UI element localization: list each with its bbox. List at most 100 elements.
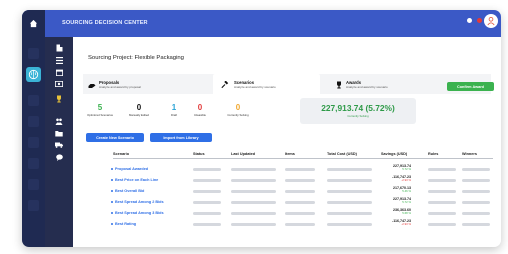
savings-cell: 217,670.13 5.46 % xyxy=(393,186,411,193)
truck-icon[interactable] xyxy=(55,141,63,149)
app-title: SOURCING DECISION CENTER xyxy=(62,20,148,26)
rail-item-4[interactable] xyxy=(28,116,39,127)
col-total-cost: Total Cost (USD) xyxy=(327,152,357,156)
placeholder-bar xyxy=(462,223,490,226)
placeholder-bar xyxy=(193,223,221,226)
top-bar: SOURCING DECISION CENTER xyxy=(22,10,501,37)
tab-proposals[interactable]: Proposals Analyze and award by proposal xyxy=(83,74,183,94)
trophy-icon xyxy=(337,81,341,89)
scenario-name[interactable]: Best Overall Bid xyxy=(115,189,144,193)
placeholder-bar xyxy=(193,212,221,215)
folder-icon[interactable] xyxy=(55,129,63,137)
savings-cell: 236,363.60 5.68 % xyxy=(393,208,411,215)
people-icon[interactable] xyxy=(55,117,63,125)
scenario-name[interactable]: Best Rating xyxy=(115,222,136,226)
rail-item-3[interactable] xyxy=(28,95,39,106)
notification-dot-red[interactable] xyxy=(477,18,482,23)
savings-cell: 227,913.74 5.72 % xyxy=(393,197,411,204)
placeholder-bar xyxy=(193,201,221,204)
list-icon[interactable] xyxy=(55,56,63,64)
main-content: Sourcing Project: Flexible Packaging Pro… xyxy=(73,37,501,247)
create-new-scenario-button[interactable]: Create New Scenario xyxy=(86,133,144,142)
row-bullet xyxy=(111,212,113,214)
app-window: SOURCING DECISION CENTER Sourcing Projec… xyxy=(22,10,501,247)
hand-icon xyxy=(88,84,96,88)
table-row[interactable]: Best Spread Among 2 Bids 227,913.74 5.72 … xyxy=(111,197,493,208)
table-row[interactable]: Best Price on Each Line -116,747.23 -2.93… xyxy=(111,175,493,186)
placeholder-bar xyxy=(193,190,221,193)
col-items: Items xyxy=(285,152,295,156)
placeholder-bar xyxy=(285,212,315,215)
savings-cell: -116,747.23 -2.93 % xyxy=(392,219,411,226)
col-savings: Savings (USD) xyxy=(381,152,408,156)
scenario-name[interactable]: Best Price on Each Line xyxy=(115,178,158,182)
placeholder-bar xyxy=(285,201,315,204)
confirm-award-button[interactable]: Confirm Award xyxy=(447,82,494,91)
app-rail xyxy=(22,37,45,247)
table-row[interactable]: Best Spread Among 3 Bids 236,363.60 5.68 … xyxy=(111,208,493,219)
user-avatar[interactable] xyxy=(484,14,498,28)
placeholder-bar xyxy=(327,190,372,193)
stat-optimized: 5 Optimized Scenarios xyxy=(87,103,113,117)
import-from-library-button[interactable]: Import from Library xyxy=(150,133,212,142)
placeholder-bar xyxy=(285,190,315,193)
scenario-name[interactable]: Best Spread Among 2 Bids xyxy=(115,200,164,204)
placeholder-bar xyxy=(462,190,490,193)
row-bullet xyxy=(111,179,113,181)
savings-highlight-label: Currently Solving xyxy=(347,114,369,118)
calendar-icon[interactable] xyxy=(55,68,63,76)
tab-scenarios[interactable]: Scenarios Analyze and award by scenario xyxy=(213,74,320,94)
placeholder-bar xyxy=(231,223,276,226)
placeholder-bar xyxy=(462,168,490,171)
col-winners: Winners xyxy=(462,152,477,156)
placeholder-bar xyxy=(428,201,456,204)
home-icon xyxy=(29,19,38,28)
stat-currently-solving: 0 Currently Solving xyxy=(227,103,249,117)
chat-icon[interactable] xyxy=(55,153,63,161)
placeholder-bar xyxy=(428,168,456,171)
placeholder-bar xyxy=(327,223,372,226)
row-bullet xyxy=(111,190,113,192)
tab-scenarios-sub: Analyze and award by scenario xyxy=(234,85,276,89)
money-icon[interactable] xyxy=(55,80,63,88)
placeholder-bar xyxy=(428,212,456,215)
trophy-nav-icon[interactable] xyxy=(55,95,63,103)
placeholder-bar xyxy=(428,190,456,193)
placeholder-bar xyxy=(462,201,490,204)
table-row[interactable]: Best Rating -116,747.23 -2.93 % xyxy=(111,219,493,230)
status-dot-white[interactable] xyxy=(467,18,472,23)
page-title: Sourcing Project: Flexible Packaging xyxy=(88,55,184,61)
tab-proposals-sub: Analyze and award by proposal xyxy=(99,85,141,89)
scenario-name[interactable]: Proposal Awarded xyxy=(115,167,148,171)
placeholder-bar xyxy=(231,168,276,171)
placeholder-bar xyxy=(231,212,276,215)
rail-item-6[interactable] xyxy=(28,158,39,169)
rail-item-1[interactable] xyxy=(28,48,39,59)
scenario-name[interactable]: Best Spread Among 3 Bids xyxy=(115,211,164,215)
tab-awards[interactable]: Awards Analyze and award by scenario xyxy=(330,74,430,94)
tab-awards-sub: Analyze and award by scenario xyxy=(346,85,388,89)
rail-item-5[interactable] xyxy=(28,137,39,148)
icon-sidebar xyxy=(45,37,73,247)
placeholder-bar xyxy=(327,201,372,204)
row-bullet xyxy=(111,223,113,225)
brain-icon xyxy=(28,69,39,80)
home-button[interactable] xyxy=(22,10,45,37)
placeholder-bar xyxy=(193,168,221,171)
placeholder-bar xyxy=(428,223,456,226)
table-row[interactable]: Best Overall Bid 217,670.13 5.46 % xyxy=(111,186,493,197)
placeholder-bar xyxy=(428,179,456,182)
user-icon xyxy=(487,16,495,26)
rail-item-brain[interactable] xyxy=(26,67,41,82)
rail-item-7[interactable] xyxy=(28,179,39,190)
placeholder-bar xyxy=(231,179,276,182)
placeholder-bar xyxy=(327,168,372,171)
table-header: Scenario Status Last Updated Items Total… xyxy=(113,152,493,159)
rail-item-8[interactable] xyxy=(28,200,39,211)
placeholder-bar xyxy=(285,179,315,182)
table-row[interactable]: Proposal Awarded 227,913.74 5.72 % xyxy=(111,164,493,175)
savings-cell: 227,913.74 5.72 % xyxy=(393,164,411,171)
stat-infeasible: 0 Infeasible xyxy=(194,103,206,117)
document-icon[interactable] xyxy=(55,44,63,52)
row-bullet xyxy=(111,168,113,170)
